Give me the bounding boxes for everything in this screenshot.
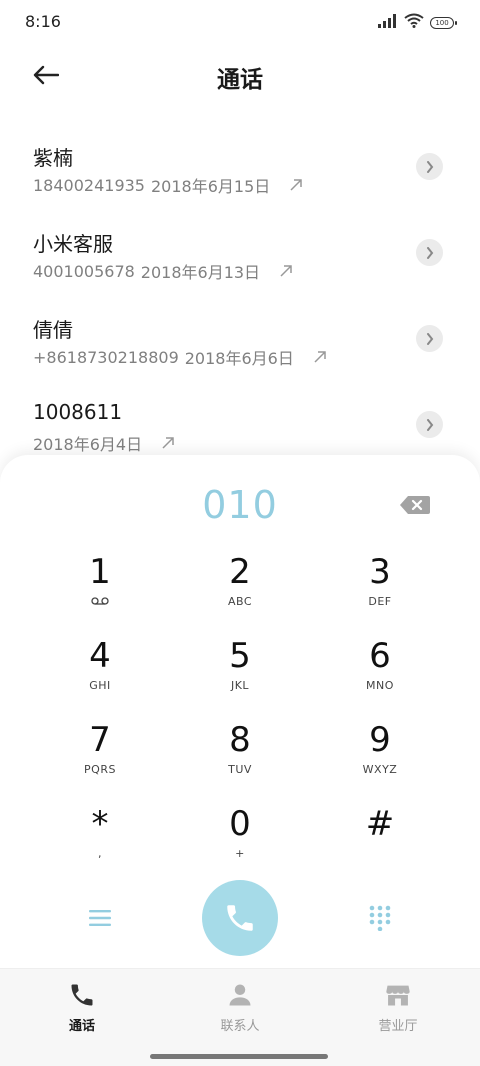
person-icon (229, 984, 251, 1006)
dial-key-9[interactable]: 9 WXYZ (310, 713, 450, 797)
wifi-icon (404, 13, 424, 32)
phone-screen: 8:16 100 通话 紫楠 18400241935 2018年6月15日 小米… (0, 0, 480, 1066)
dial-key-1[interactable]: 1 (30, 545, 170, 629)
key-letters: WXYZ (362, 762, 398, 776)
home-indicator[interactable] (150, 1054, 328, 1059)
key-digit: 2 (229, 552, 251, 592)
dial-key-8[interactable]: 8 TUV (170, 713, 310, 797)
key-digit: 9 (369, 720, 391, 760)
dial-key-4[interactable]: 4 GHI (30, 629, 170, 713)
page-title: 通话 (217, 67, 263, 93)
chevron-right-icon (426, 160, 433, 173)
outgoing-call-icon (280, 265, 292, 277)
call-number: 4001005678 (33, 261, 135, 281)
dial-key-5[interactable]: 5 JKL (170, 629, 310, 713)
dial-key-hash[interactable]: # (310, 797, 450, 881)
call-date: 2018年6月4日 (33, 435, 143, 454)
key-digit: 8 (229, 720, 251, 760)
call-details-button[interactable] (416, 411, 443, 438)
key-digit: 7 (89, 720, 111, 760)
status-icons: 100 (378, 13, 457, 32)
key-letters: MNO (366, 678, 394, 692)
status-time: 8:16 (25, 12, 61, 31)
call-details-button[interactable] (416, 239, 443, 266)
dialpad-keys: 1 2 ABC 3 DEF 4 GHI 5 JKL 6 MNO 7 PQRS 8… (30, 545, 450, 881)
nav-label: 联系人 (220, 1019, 260, 1034)
call-name: 倩倩 (33, 318, 73, 342)
call-log-item[interactable]: 倩倩 +8618730218809 2018年6月6日 (0, 302, 480, 388)
key-digit: 6 (369, 636, 391, 676)
call-date: 2018年6月15日 (150, 177, 271, 196)
nav-label: 通话 (68, 1019, 95, 1034)
call-details-button[interactable] (416, 153, 443, 180)
dial-key-6[interactable]: 6 MNO (310, 629, 450, 713)
signal-icon (378, 13, 398, 32)
call-log-list: 紫楠 18400241935 2018年6月15日 小米客服 400100567… (0, 130, 480, 474)
nav-label: 营业厅 (378, 1019, 418, 1034)
phone-icon (71, 984, 93, 1006)
dial-key-2[interactable]: 2 ABC (170, 545, 310, 629)
dialpad-toggle-button[interactable] (366, 904, 394, 932)
chevron-right-icon (426, 418, 433, 431)
call-name: 1008611 (33, 400, 123, 424)
call-log-item[interactable]: 小米客服 4001005678 2018年6月13日 (0, 216, 480, 302)
call-name: 小米客服 (33, 232, 113, 256)
call-detail: +8618730218809 2018年6月6日 (33, 345, 326, 369)
key-letters: , (98, 846, 102, 860)
call-log-item[interactable]: 紫楠 18400241935 2018年6月15日 (0, 130, 480, 216)
menu-button[interactable] (86, 906, 114, 930)
store-icon (386, 985, 410, 1006)
outgoing-call-icon (314, 351, 326, 363)
call-details-button[interactable] (416, 325, 443, 352)
dial-key-star[interactable]: * , (30, 797, 170, 881)
chevron-right-icon (426, 246, 433, 259)
key-digit: 3 (369, 552, 391, 592)
key-letters: TUV (228, 762, 252, 776)
call-detail: 2018年6月4日 (33, 431, 174, 455)
status-bar: 8:16 100 (0, 0, 480, 44)
call-button[interactable] (202, 880, 278, 956)
dialpad-actions (0, 878, 480, 958)
nav-tab-store[interactable]: 营业厅 (348, 981, 448, 1034)
nav-tab-contacts[interactable]: 联系人 (190, 981, 290, 1034)
chevron-right-icon (426, 332, 433, 345)
call-detail: 18400241935 2018年6月15日 (33, 173, 302, 197)
dialpad-grid-icon (369, 905, 391, 931)
dial-key-3[interactable]: 3 DEF (310, 545, 450, 629)
call-number: +8618730218809 (33, 347, 179, 367)
battery-icon: 100 (430, 16, 457, 29)
call-detail: 4001005678 2018年6月13日 (33, 259, 292, 283)
voicemail-icon (91, 594, 109, 608)
key-letters: GHI (89, 678, 111, 692)
call-name: 紫楠 (33, 146, 73, 170)
key-digit: 0 (229, 804, 251, 844)
header: 通话 (0, 50, 480, 100)
key-letters: PQRS (84, 762, 116, 776)
key-letters: DEF (368, 594, 392, 608)
bottom-nav: 通话 联系人 营业厅 (0, 968, 480, 1066)
key-letters: + (235, 846, 245, 860)
menu-icon (89, 910, 111, 926)
outgoing-call-icon (290, 179, 302, 191)
backspace-button[interactable] (398, 493, 432, 517)
key-letters: ABC (227, 594, 253, 608)
key-digit: 5 (229, 636, 251, 676)
key-digit: 4 (89, 636, 111, 676)
call-number: 18400241935 (33, 175, 145, 195)
dial-key-0[interactable]: 0 + (170, 797, 310, 881)
phone-icon (227, 905, 253, 931)
outgoing-call-icon (162, 437, 174, 449)
nav-tab-calls[interactable]: 通话 (32, 981, 132, 1034)
backspace-icon (400, 496, 430, 514)
key-digit: # (365, 804, 395, 844)
dialpad-panel: 010 1 2 ABC 3 DEF 4 GHI 5 JKL 6 MNO 7 PQ… (0, 455, 480, 970)
key-digit: 1 (89, 552, 111, 592)
dial-key-7[interactable]: 7 PQRS (30, 713, 170, 797)
key-letters: JKL (230, 678, 250, 692)
call-date: 2018年6月6日 (184, 349, 294, 368)
call-date: 2018年6月13日 (140, 263, 261, 282)
key-digit: * (91, 804, 109, 844)
